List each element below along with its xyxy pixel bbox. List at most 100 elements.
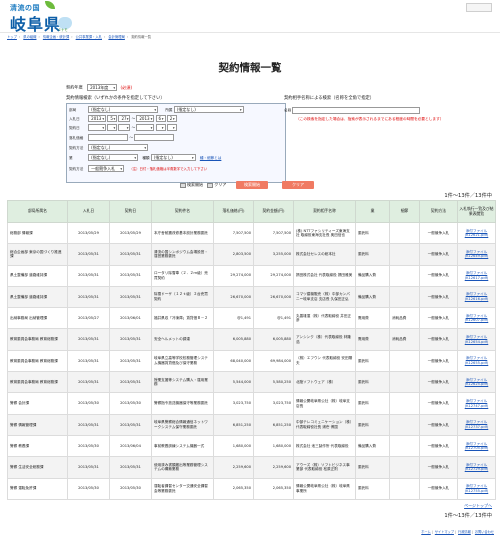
corner-logo[interactable] bbox=[466, 3, 492, 12]
breadcrumb-link[interactable]: トップ bbox=[7, 35, 17, 39]
table-cell: 一般競争入札 bbox=[419, 243, 458, 266]
attachment-link[interactable]: 添付ファイル (K12625.pdf) bbox=[465, 378, 489, 387]
amount-from-input[interactable] bbox=[88, 134, 129, 141]
table-cell: 安全ヘルメットの調達 bbox=[151, 328, 214, 351]
attachment-link[interactable]: 添付ファイル (K12755.pdf) bbox=[465, 484, 489, 493]
table-cell: 2,259,600 bbox=[213, 456, 254, 479]
breadcrumb-link[interactable]: 情報企画・統計課 bbox=[43, 35, 69, 39]
table-cell: 2013/05/31 bbox=[67, 349, 110, 373]
attachment-link[interactable]: 添付ファイル (K12747.pdf) bbox=[465, 399, 489, 408]
footer-link[interactable]: サイトマップ bbox=[435, 530, 454, 534]
input-note: （注）日付・落札価格は半角数字で入力して下さい bbox=[129, 166, 208, 171]
page-top-link[interactable]: ページトップへ bbox=[464, 503, 492, 509]
contract-year-from[interactable]: ▾ bbox=[88, 124, 107, 131]
contract-year-to[interactable]: ▾ bbox=[136, 124, 155, 131]
table-row: 警察 会計課 2013/05/30 2013/05/30 警察指令放送機器保守等業務委… bbox=[7, 392, 496, 415]
attachment-link[interactable]: 添付ファイル (K12617.pdf) bbox=[465, 271, 489, 280]
footer-link[interactable]: 行政情報 bbox=[458, 530, 471, 534]
contract-type-select[interactable]: 一般競争入札 ▾ bbox=[88, 165, 125, 172]
attachment-cell: 添付ファイル (K12737.pdf) bbox=[457, 413, 496, 436]
attachment-link[interactable]: 添付ファイル (K12737.pdf) bbox=[465, 420, 489, 429]
table-cell: 消耗品費 bbox=[389, 307, 420, 330]
table-row: 総務部 情報課 2013/05/29 2013/05/29 本庁舎耐震改修基本設計業務… bbox=[7, 221, 496, 245]
attachment-link[interactable]: 添付ファイル (K12655.pdf) bbox=[465, 356, 489, 365]
option-row: 検索開始 クリア bbox=[180, 182, 226, 188]
table-cell: 1,680,000 bbox=[213, 434, 254, 458]
keyword-search-caption: 契約相手名称による検索（名称を全角で指定） bbox=[284, 96, 375, 101]
table-cell: 2,065,350 bbox=[213, 477, 254, 500]
table-cell: 県土整備部 道路維持課 bbox=[7, 264, 68, 287]
bid-day-to[interactable]: 2 ▾ bbox=[166, 115, 177, 122]
site-header: 清流の国 岐阜県 ミナモ bbox=[0, 0, 500, 35]
table-cell: 運転者講習センター交通安全講習会等業務委託 bbox=[151, 477, 214, 500]
year-select[interactable]: 2013年度 ▾ bbox=[87, 84, 118, 91]
attachment-link[interactable]: 添付ファイル (K12654.pdf) bbox=[465, 335, 489, 344]
table-cell: 一般競争入札 bbox=[419, 328, 458, 351]
table-cell: 授業支援等システム購入・運用業務 bbox=[151, 371, 214, 394]
col-header: 契約相手名称 bbox=[293, 200, 356, 223]
breadcrumb-link[interactable]: 県の組織 bbox=[23, 35, 36, 39]
type-select[interactable]: (指定なし) ▾ bbox=[88, 154, 139, 161]
bid-year-to[interactable]: 2013 ▾ bbox=[136, 115, 155, 122]
attachment-link[interactable]: 添付ファイル (K12621.pdf) bbox=[465, 229, 489, 238]
table-cell: 総務部 情報課 bbox=[7, 221, 68, 245]
type-help-link[interactable]: 種・細節とは bbox=[200, 156, 222, 160]
table-row: 出納事務局 出納管理課 2013/05/27 2013/06/01 福井県収「冷凍庫」… bbox=[7, 307, 496, 330]
table-cell: 株式会社 池三製作所 代表取締役 bbox=[293, 434, 356, 458]
bureau-select[interactable]: (指定なし) ▾ bbox=[88, 106, 159, 113]
col-header: 落札価格(円) bbox=[213, 200, 254, 223]
office-select[interactable]: (指定なし) ▾ bbox=[173, 106, 244, 113]
footer-link[interactable]: ホーム bbox=[421, 530, 430, 534]
table-cell: 一般競争入札 bbox=[419, 285, 458, 309]
table-cell: 26,670,000 bbox=[213, 285, 254, 309]
table-header-row: 部局所属名 入札日 契約日 契約件名 落札価格(円) 契約金額(円) 契約相手名… bbox=[7, 200, 496, 223]
table-cell: アンシンク（株）代表取締役 林隆浩 bbox=[293, 328, 356, 351]
bid-year-from[interactable]: 2013 ▾ bbox=[88, 115, 107, 122]
kind-select[interactable]: (指定なし) ▾ bbox=[150, 154, 196, 161]
contractor-name-input[interactable] bbox=[292, 107, 421, 114]
table-cell: ロータリ除雪車（２．２ｍ級）売買契約 bbox=[151, 264, 214, 287]
table-cell: 29,274,000 bbox=[213, 264, 254, 287]
bid-month-to[interactable]: 6 ▾ bbox=[155, 115, 166, 122]
table-cell: 6,851,250 bbox=[253, 413, 294, 436]
print-icon[interactable] bbox=[180, 182, 186, 188]
table-row: 総合企画部 東京の国づくり推進課 2013/05/31 2013/05/31 清流の国… bbox=[7, 243, 496, 266]
site-logo[interactable]: 岐阜県 bbox=[10, 11, 61, 35]
table-cell: 一般競争入札 bbox=[419, 434, 458, 458]
table-cell: 2013/05/31 bbox=[109, 285, 152, 309]
bid-day-from[interactable]: 27 ▾ bbox=[118, 115, 131, 122]
table-cell: 5,580,250 bbox=[253, 371, 294, 394]
table-cell: 2,065,350 bbox=[253, 477, 294, 500]
table-row: 県土整備部 道路維持課 2013/05/31 2013/05/31 除雪ドーザ（１２ｔ… bbox=[7, 285, 496, 309]
amount-to-input[interactable] bbox=[134, 134, 175, 141]
table-cell: 2013/05/31 bbox=[67, 413, 110, 436]
reset-icon[interactable] bbox=[207, 182, 214, 188]
table-cell: 警察指令放送機器保守等業務委託 bbox=[151, 392, 214, 415]
attachment-cell: 添付ファイル (K12607.pdf) bbox=[457, 307, 496, 330]
attachment-cell: 添付ファイル (K12649.pdf) bbox=[457, 243, 496, 266]
attachment-link[interactable]: 添付ファイル (K12649.pdf) bbox=[465, 250, 489, 259]
clear-button[interactable]: クリア bbox=[282, 181, 314, 189]
table-cell: 一般競争入札 bbox=[419, 477, 458, 500]
attachment-link[interactable]: 添付ファイル (K12616.pdf) bbox=[465, 292, 489, 301]
table-cell: 揖田株式会社 代表取締役 揖田雅美 bbox=[293, 264, 356, 287]
attachment-link[interactable]: 添付ファイル (K12705.pdf) bbox=[465, 442, 489, 451]
breadcrumb-link[interactable]: 公共事業課・入札 bbox=[76, 35, 102, 39]
table-cell: 丸善雄運（株）代表取締役 井田正彦 bbox=[293, 307, 356, 330]
table-cell: 2013/05/29 bbox=[109, 221, 152, 245]
breadcrumb-link[interactable]: 会計管理局 bbox=[108, 35, 124, 39]
table-cell: 本庁舎耐震改修基本設計業務委託 bbox=[151, 221, 214, 245]
attachment-link[interactable]: 添付ファイル (K12607.pdf) bbox=[465, 314, 489, 323]
table-cell: 2013/05/31 bbox=[67, 371, 110, 394]
table-cell: 2013/06/04 bbox=[109, 434, 152, 458]
footer-link[interactable]: お問い合わせ bbox=[475, 530, 494, 534]
table-row: 警察 教養課 2013/05/30 2013/06/04 事前教養訓練システム機器一式… bbox=[7, 434, 496, 458]
footer-links: ホーム| サイトマップ| 行政情報| お問い合わせ bbox=[421, 530, 494, 534]
search-button[interactable]: 検索開始 bbox=[236, 181, 268, 189]
bid-month-from[interactable]: 5 ▾ bbox=[107, 115, 118, 122]
method-select[interactable]: (指定なし) ▾ bbox=[88, 144, 149, 151]
col-header: 細節 bbox=[389, 200, 420, 223]
table-cell: 一般競争入札 bbox=[419, 371, 458, 394]
year-label: 契約年度 bbox=[66, 84, 83, 90]
attachment-link[interactable]: 添付ファイル (K12729.pdf) bbox=[465, 463, 489, 472]
